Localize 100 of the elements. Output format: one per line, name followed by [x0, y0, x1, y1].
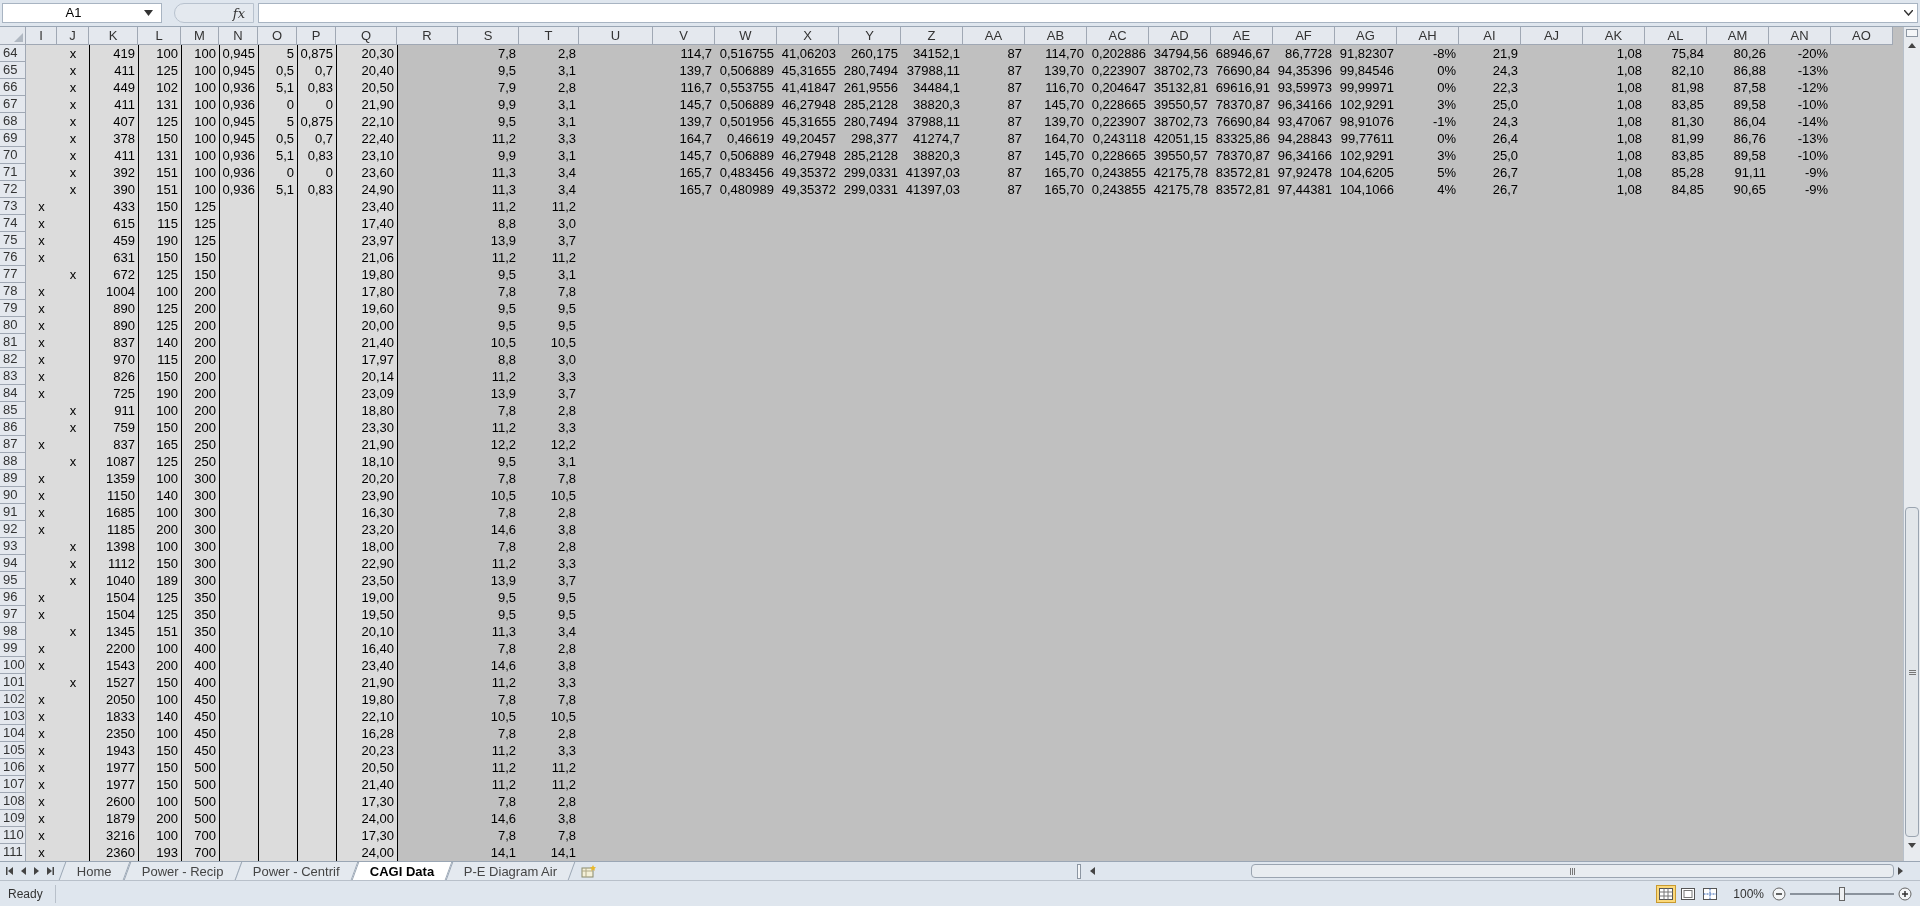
previous-sheet-icon[interactable]: [21, 867, 26, 875]
column-header[interactable]: P: [297, 27, 336, 45]
row-header[interactable]: 67: [0, 96, 26, 113]
row-header[interactable]: 91: [0, 504, 26, 521]
row-header[interactable]: 81: [0, 334, 26, 351]
row-header[interactable]: 65: [0, 62, 26, 79]
row-header[interactable]: 93: [0, 538, 26, 555]
sheet-tab[interactable]: CAGI Data: [351, 862, 453, 880]
zoom-out-icon[interactable]: [1772, 886, 1786, 901]
row-header[interactable]: 96: [0, 589, 26, 606]
formula-input-field[interactable]: [258, 3, 1918, 23]
row-header[interactable]: 87: [0, 436, 26, 453]
column-header[interactable]: AM: [1707, 27, 1769, 45]
column-header[interactable]: M: [181, 27, 219, 45]
row-header[interactable]: 77: [0, 266, 26, 283]
column-header[interactable]: N: [219, 27, 258, 45]
row-header[interactable]: 79: [0, 300, 26, 317]
column-header[interactable]: AN: [1769, 27, 1831, 45]
row-header[interactable]: 70: [0, 147, 26, 164]
expand-caret-icon[interactable]: [1904, 10, 1913, 16]
row-header[interactable]: 80: [0, 317, 26, 334]
row-header[interactable]: 84: [0, 385, 26, 402]
row-header[interactable]: 85: [0, 402, 26, 419]
sheet-tab[interactable]: Power - Centrif: [235, 862, 359, 880]
sheet-tab[interactable]: P-E Diagram Air: [446, 862, 576, 880]
column-header[interactable]: AO: [1831, 27, 1893, 45]
column-header[interactable]: AE: [1211, 27, 1273, 45]
split-box[interactable]: [1906, 29, 1918, 37]
insert-function-button[interactable]: fx: [174, 3, 254, 23]
row-header[interactable]: 86: [0, 419, 26, 436]
row-header[interactable]: 107: [0, 776, 26, 793]
column-header[interactable]: AA: [963, 27, 1025, 45]
split-handle[interactable]: [1076, 863, 1081, 879]
column-header[interactable]: AB: [1025, 27, 1087, 45]
column-header[interactable]: AG: [1335, 27, 1397, 45]
column-header[interactable]: AH: [1397, 27, 1459, 45]
column-header[interactable]: S: [458, 27, 519, 45]
row-header[interactable]: 72: [0, 181, 26, 198]
row-header[interactable]: 104: [0, 725, 26, 742]
dropdown-caret-icon[interactable]: [144, 10, 153, 16]
row-header[interactable]: 73: [0, 198, 26, 215]
row-header[interactable]: 101: [0, 674, 26, 691]
column-header[interactable]: W: [715, 27, 777, 45]
column-header[interactable]: V: [653, 27, 715, 45]
scrollbar-thumb[interactable]: [1905, 507, 1919, 837]
row-header[interactable]: 68: [0, 113, 26, 130]
row-header[interactable]: 109: [0, 810, 26, 827]
column-header[interactable]: Z: [901, 27, 963, 45]
row-header[interactable]: 83: [0, 368, 26, 385]
row-header[interactable]: 76: [0, 249, 26, 266]
row-header[interactable]: 111: [0, 844, 26, 861]
column-header[interactable]: X: [777, 27, 839, 45]
row-header[interactable]: 74: [0, 215, 26, 232]
column-header[interactable]: K: [89, 27, 138, 45]
row-header[interactable]: 94: [0, 555, 26, 572]
first-sheet-icon[interactable]: [6, 867, 13, 875]
column-header[interactable]: R: [397, 27, 458, 45]
sheet-tab[interactable]: Power - Recip: [123, 862, 242, 880]
row-header[interactable]: 100: [0, 657, 26, 674]
column-header[interactable]: J: [57, 27, 89, 45]
column-header[interactable]: AJ: [1521, 27, 1583, 45]
column-header[interactable]: O: [258, 27, 297, 45]
row-header[interactable]: 78: [0, 283, 26, 300]
row-header[interactable]: 95: [0, 572, 26, 589]
column-header[interactable]: AF: [1273, 27, 1335, 45]
sheet-tab[interactable]: Home: [58, 862, 130, 880]
row-header[interactable]: 103: [0, 708, 26, 725]
zoom-slider[interactable]: [1790, 886, 1894, 901]
row-header[interactable]: 97: [0, 606, 26, 623]
column-header[interactable]: AK: [1583, 27, 1645, 45]
row-header[interactable]: 75: [0, 232, 26, 249]
row-header[interactable]: 110: [0, 827, 26, 844]
column-header[interactable]: AD: [1149, 27, 1211, 45]
row-header[interactable]: 99: [0, 640, 26, 657]
row-header[interactable]: 82: [0, 351, 26, 368]
column-header[interactable]: U: [579, 27, 653, 45]
view-button[interactable]: [1656, 884, 1677, 903]
row-header[interactable]: 105: [0, 742, 26, 759]
row-header[interactable]: 92: [0, 521, 26, 538]
zoom-level[interactable]: 100%: [1733, 884, 1764, 903]
row-header[interactable]: 98: [0, 623, 26, 640]
column-header[interactable]: AI: [1459, 27, 1521, 45]
column-header[interactable]: Y: [839, 27, 901, 45]
column-header[interactable]: Q: [336, 27, 397, 45]
row-header[interactable]: 89: [0, 470, 26, 487]
row-header[interactable]: 69: [0, 130, 26, 147]
slider-thumb[interactable]: [1839, 886, 1845, 901]
row-header[interactable]: 64: [0, 45, 26, 62]
scrollbar-thumb[interactable]: [1250, 864, 1894, 878]
last-sheet-icon[interactable]: [47, 867, 54, 875]
column-header[interactable]: I: [26, 27, 57, 45]
row-header[interactable]: 102: [0, 691, 26, 708]
name-box[interactable]: A1: [2, 3, 162, 23]
next-sheet-icon[interactable]: [34, 867, 39, 875]
row-header[interactable]: 90: [0, 487, 26, 504]
zoom-in-icon[interactable]: [1898, 886, 1912, 901]
row-header[interactable]: 66: [0, 79, 26, 96]
row-header[interactable]: 88: [0, 453, 26, 470]
row-header[interactable]: 71: [0, 164, 26, 181]
column-header[interactable]: T: [519, 27, 579, 45]
